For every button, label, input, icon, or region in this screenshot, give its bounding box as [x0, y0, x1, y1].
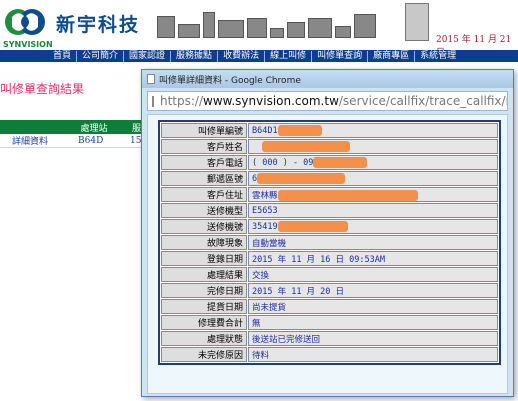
table-row: 修理費合計 無	[161, 315, 498, 330]
table-row: 客戶姓名	[161, 139, 498, 154]
redaction-mark	[277, 221, 348, 232]
table-row: 未完修原因 待料	[161, 347, 498, 362]
brand-name: 新宇科技	[56, 14, 141, 36]
product-banner	[157, 8, 376, 38]
nav-home[interactable]: 首頁	[48, 51, 76, 62]
results-header: 處理站 服務	[0, 120, 160, 134]
page-title: 叫修單查詢結果	[0, 82, 85, 96]
page-icon	[147, 74, 155, 84]
document-icon	[152, 95, 154, 107]
repair-detail-table: 叫修單編號 B64D1 客戶姓名 客戶電話 ( 000 ) - 09 郵遞區號 …	[158, 120, 501, 365]
table-row: 送修機號 35419	[161, 219, 498, 234]
table-row: 送修機型 E5653	[161, 203, 498, 218]
table-row: 登錄日期 2015 年 11 月 16 日 09:53AM	[161, 251, 498, 266]
nav-system-admin[interactable]: 系統管理	[414, 50, 461, 62]
nav-online-repair[interactable]: 線上叫修	[264, 50, 311, 62]
brand-english-name: SYNVISION	[3, 40, 53, 49]
redaction-mark	[277, 125, 322, 136]
url-path: /service/callfix/trace_callfix/result_c	[338, 94, 507, 108]
results-table: 處理站 服務 詳細資料 B64D 151	[0, 120, 160, 148]
repair-detail-popup: 叫修單詳細資料 - Google Chrome https:// www.syn…	[141, 69, 514, 397]
redaction-mark	[262, 141, 350, 152]
popup-content: 叫修單編號 B64D1 客戶姓名 客戶電話 ( 000 ) - 09 郵遞區號 …	[147, 114, 508, 394]
table-row: 客戶住址 雲林縣	[161, 187, 498, 202]
table-row: 完修日期 2015 年 11 月 20 日	[161, 283, 498, 298]
col-station: 處理站	[80, 123, 108, 134]
redaction-mark	[277, 189, 418, 201]
fridge-image	[405, 3, 429, 41]
redaction-mark	[257, 173, 346, 184]
redaction-mark	[313, 157, 368, 168]
main-nav: 首頁 公司簡介 國家認證 服務據點 收費辦法 線上叫修 叫修單查詢 廠商專區 系…	[0, 50, 518, 62]
url-host: www.synvision.com.tw	[203, 94, 339, 108]
nav-vendor-zone[interactable]: 廠商專區	[367, 50, 414, 62]
nav-repair-query[interactable]: 叫修單查詢	[311, 50, 367, 62]
popup-title: 叫修單詳細資料 - Google Chrome	[159, 75, 301, 86]
address-bar[interactable]: https:// www.synvision.com.tw /service/c…	[147, 91, 508, 111]
nav-fees[interactable]: 收費辦法	[217, 50, 264, 62]
table-row: 叫修單編號 B64D1	[161, 123, 498, 138]
synvision-logo-icon	[5, 9, 45, 35]
popup-titlebar[interactable]: 叫修單詳細資料 - Google Chrome	[142, 70, 513, 88]
nav-service-points[interactable]: 服務據點	[170, 50, 217, 62]
table-row: 處理狀態 後送站已完修送回	[161, 331, 498, 346]
table-row: 郵遞區號 6	[161, 171, 498, 186]
table-row: 客戶電話 ( 000 ) - 09	[161, 155, 498, 170]
table-row: 提貨日期 尚未提貨	[161, 299, 498, 314]
nav-about[interactable]: 公司簡介	[76, 50, 123, 62]
details-link[interactable]: 詳細資料	[0, 134, 66, 147]
table-row: 故障現象 自動當機	[161, 235, 498, 250]
url-scheme: https://	[160, 94, 204, 108]
nav-certification[interactable]: 國家認證	[123, 50, 170, 62]
table-row: 處理結果 交換	[161, 267, 498, 282]
table-row: 詳細資料 B64D 151	[0, 134, 160, 148]
